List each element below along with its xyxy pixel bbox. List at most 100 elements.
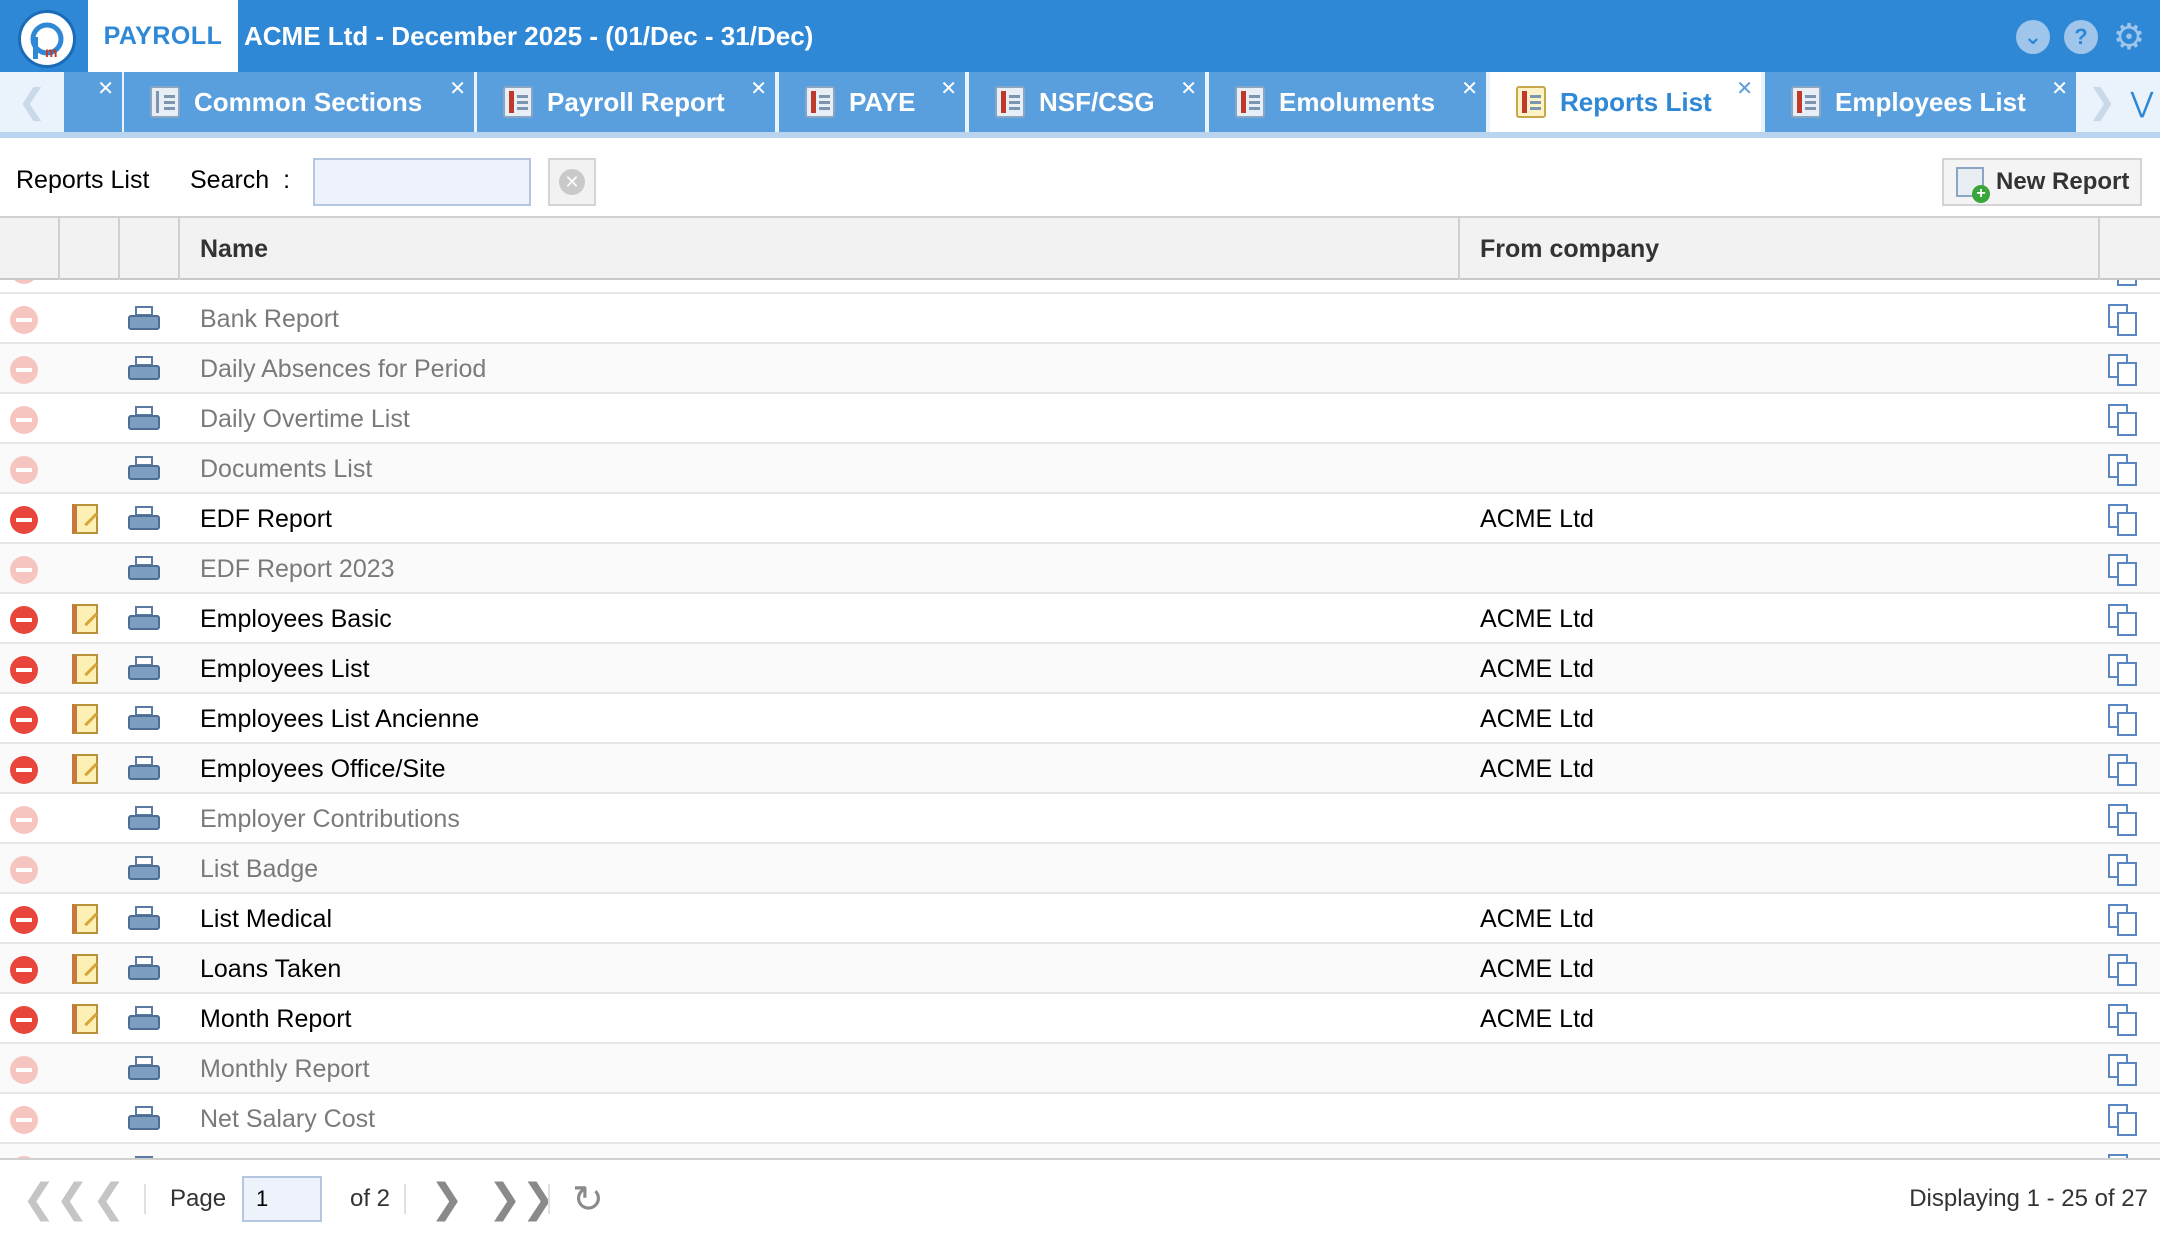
printer-icon[interactable] [128, 506, 160, 534]
report-name[interactable]: Documents List [200, 444, 372, 494]
copy-icon[interactable] [2108, 1004, 2138, 1036]
report-name[interactable]: Month Report [200, 994, 351, 1044]
printer-icon[interactable] [128, 756, 160, 784]
help-icon[interactable]: ? [2064, 20, 2098, 54]
table-row[interactable]: Documents List [0, 444, 2160, 494]
report-name[interactable]: List Medical [200, 894, 332, 944]
delete-icon[interactable] [10, 280, 38, 284]
column-header-delete[interactable] [0, 218, 60, 280]
gear-icon[interactable]: ⚙ [2112, 16, 2146, 57]
report-name[interactable]: EDF Report [200, 494, 332, 544]
edit-icon[interactable] [72, 954, 98, 984]
table-row[interactable]: Loans Taken ACME Ltd [0, 944, 2160, 994]
close-icon[interactable]: ✕ [1461, 76, 1478, 101]
copy-icon[interactable] [2108, 1054, 2138, 1086]
table-row-partial[interactable] [0, 1144, 2160, 1158]
printer-icon[interactable] [128, 806, 160, 834]
printer-icon[interactable] [128, 656, 160, 684]
report-name[interactable]: EDF Report 2023 [200, 544, 395, 594]
table-row[interactable]: List Medical ACME Ltd [0, 894, 2160, 944]
printer-icon[interactable] [128, 306, 160, 334]
column-header-edit[interactable] [60, 218, 120, 280]
printer-icon[interactable] [128, 456, 160, 484]
printer-icon[interactable] [128, 406, 160, 434]
report-name[interactable]: Monthly Report [200, 1044, 370, 1094]
close-icon[interactable]: ✕ [940, 76, 957, 101]
copy-icon[interactable] [2108, 554, 2138, 586]
copy-icon[interactable] [2108, 354, 2138, 386]
delete-icon[interactable] [10, 706, 38, 734]
report-name[interactable]: Net Salary Cost [200, 1094, 375, 1144]
last-page-icon[interactable]: ❯❯ [488, 1160, 555, 1236]
copy-icon[interactable] [2108, 1104, 2138, 1136]
printer-icon[interactable] [128, 556, 160, 584]
delete-icon[interactable] [10, 506, 38, 534]
column-header-name[interactable]: Name [180, 218, 1460, 280]
printer-icon[interactable] [128, 856, 160, 884]
report-name[interactable]: List Badge [200, 844, 318, 894]
copy-icon[interactable] [2108, 704, 2138, 736]
printer-icon[interactable] [128, 1056, 160, 1084]
printer-icon[interactable] [128, 706, 160, 734]
table-row-partial[interactable] [0, 280, 2160, 294]
table-row[interactable]: Employees List Ancienne ACME Ltd [0, 694, 2160, 744]
printer-icon[interactable] [128, 606, 160, 634]
copy-icon[interactable] [2108, 754, 2138, 786]
printer-icon[interactable] [128, 906, 160, 934]
tab-scroll-left-icon[interactable]: ❮ [0, 72, 64, 132]
previous-page-icon[interactable]: ❮ [92, 1160, 126, 1236]
table-row[interactable]: Month Report ACME Ltd [0, 994, 2160, 1044]
report-name[interactable]: Employees Basic [200, 594, 392, 644]
report-name[interactable]: Loans Taken [200, 944, 341, 994]
pm-logo-icon[interactable]: m [18, 10, 76, 68]
close-icon[interactable]: ✕ [449, 76, 466, 101]
tab-payroll-report[interactable]: Payroll Report ✕ [477, 72, 775, 132]
table-row[interactable]: Monthly Report [0, 1044, 2160, 1094]
table-row[interactable]: EDF Report ACME Ltd [0, 494, 2160, 544]
edit-icon[interactable] [72, 504, 98, 534]
table-row[interactable]: Daily Overtime List [0, 394, 2160, 444]
tab-employees-list[interactable]: Employees List ✕ [1765, 72, 2076, 132]
table-row[interactable]: Net Salary Cost [0, 1094, 2160, 1144]
copy-icon[interactable] [2108, 854, 2138, 886]
table-row[interactable]: Employees Basic ACME Ltd [0, 594, 2160, 644]
table-row[interactable]: Employees Office/Site ACME Ltd [0, 744, 2160, 794]
copy-icon[interactable] [2108, 804, 2138, 836]
refresh-icon[interactable]: ↻ [572, 1160, 604, 1236]
edit-icon[interactable] [72, 654, 98, 684]
copy-icon[interactable] [2108, 304, 2138, 336]
printer-icon[interactable] [128, 956, 160, 984]
tab-menu-chevron-icon[interactable]: ⋁ [2124, 72, 2160, 132]
delete-icon[interactable] [10, 1006, 38, 1034]
page-number-input[interactable] [242, 1176, 322, 1222]
report-name[interactable]: Employees List Ancienne [200, 694, 479, 744]
first-page-icon[interactable]: ❮❮ [22, 1160, 89, 1236]
tab-nsf-csg[interactable]: NSF/CSG ✕ [969, 72, 1205, 132]
search-input[interactable] [313, 158, 531, 206]
close-icon[interactable]: ✕ [2051, 76, 2068, 101]
copy-icon[interactable] [2108, 654, 2138, 686]
printer-icon[interactable] [128, 356, 160, 384]
delete-icon[interactable] [10, 756, 38, 784]
printer-icon[interactable] [128, 1106, 160, 1134]
edit-icon[interactable] [72, 604, 98, 634]
report-name[interactable]: Daily Absences for Period [200, 344, 486, 394]
printer-icon[interactable] [128, 280, 160, 284]
edit-icon[interactable] [72, 704, 98, 734]
table-row[interactable]: Employer Contributions [0, 794, 2160, 844]
close-icon[interactable]: ✕ [1180, 76, 1197, 101]
tab-paye[interactable]: PAYE ✕ [779, 72, 965, 132]
copy-icon[interactable] [2108, 504, 2138, 536]
tab-common-sections[interactable]: Common Sections ✕ [124, 72, 474, 132]
tab-reports-list[interactable]: Reports List ✕ [1490, 72, 1761, 132]
copy-icon[interactable] [2108, 280, 2138, 286]
copy-icon[interactable] [2108, 954, 2138, 986]
edit-icon[interactable] [72, 754, 98, 784]
report-name[interactable]: Employees Office/Site [200, 744, 445, 794]
edit-icon[interactable] [72, 1004, 98, 1034]
close-icon[interactable]: ✕ [750, 76, 767, 101]
column-header-copy[interactable] [2100, 218, 2160, 280]
delete-icon[interactable] [10, 656, 38, 684]
chevron-down-icon[interactable]: ⌄ [2016, 20, 2050, 54]
delete-icon[interactable] [10, 956, 38, 984]
